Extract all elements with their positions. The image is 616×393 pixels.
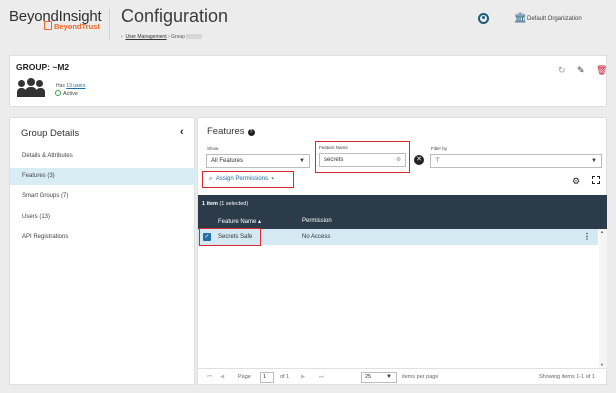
column-feature-name-label: Feature Name (218, 219, 257, 225)
breadcrumb-sep-icon: › (167, 34, 170, 40)
header-divider (109, 9, 110, 40)
nav-users[interactable]: Users (13) (10, 209, 196, 226)
status-label: Active (63, 91, 78, 97)
item-count-selected: (1 selected) (219, 201, 249, 207)
assign-permissions-label: Assign Permissions (215, 176, 269, 182)
key-icon: ⌕ (209, 176, 213, 182)
row-permission: No Access (302, 234, 331, 240)
page-input[interactable]: 1 (260, 372, 274, 383)
clear-filter-icon[interactable]: ✕ (414, 155, 424, 165)
row-actions-icon[interactable]: ⋮ (583, 232, 591, 241)
edit-icon[interactable]: ✎ (577, 65, 585, 76)
showing-items: Showing items 1-1 of 1 (539, 374, 595, 380)
help-icon[interactable]: ? (247, 129, 255, 136)
organization-icon[interactable]: 🏛 (514, 13, 527, 24)
assign-permissions-button[interactable]: ⌕ Assign Permissions ▾ (209, 176, 274, 183)
page-of: of 1 (280, 374, 290, 380)
nav-details-attributes[interactable]: Details & Attributes (10, 148, 196, 165)
items-per-page-value: 25 (365, 374, 372, 380)
breadcrumb: › User Management › Group (121, 34, 203, 40)
group-users-link[interactable]: 13 users (66, 83, 85, 89)
nav-api-registrations[interactable]: API Registrations (10, 229, 196, 246)
item-count-bold: 1 item (202, 201, 218, 207)
group-details-panel: Group Details ‹ Details & Attributes Fea… (9, 117, 196, 385)
nav-smart-groups[interactable]: Smart Groups (7) (10, 188, 196, 205)
grid-header: 1 item (1 selected) Feature Name ▴ Permi… (198, 195, 607, 229)
page-label: Page (238, 374, 251, 380)
column-permission[interactable]: Permission (302, 218, 332, 224)
feature-name-highlight: Feature Name secrets ⊗ (315, 141, 410, 173)
breadcrumb-user-management[interactable]: User Management (125, 34, 166, 40)
pager: ⏮ ◀ Page 1 of 1 ▶ ⏭ 25 ▼ items per page S… (198, 368, 607, 385)
filter-by-label: Filter by (431, 146, 448, 151)
filter-by-select[interactable]: ⊤ ▼ (430, 154, 602, 168)
chevron-down-icon: ▼ (591, 158, 597, 164)
last-page-icon[interactable]: ⏭ (319, 374, 324, 381)
show-label: Show (207, 146, 219, 151)
has-label: Has (56, 83, 65, 89)
collapse-chevron-icon[interactable]: ‹ (180, 126, 184, 138)
feature-name-value: secrets (324, 157, 344, 163)
user-account-icon[interactable] (478, 13, 489, 24)
sort-asc-icon: ▴ (258, 219, 262, 225)
beyondtrust-logo: BeyondTrust (44, 21, 100, 31)
show-select-value: All Features (211, 158, 244, 164)
gear-icon[interactable]: ⚙ (572, 176, 580, 187)
chevron-down-icon: ▼ (386, 374, 392, 380)
chevron-down-icon: ▼ (299, 158, 305, 164)
features-title: Features? (207, 126, 255, 137)
first-page-icon[interactable]: ⏮ (207, 374, 212, 381)
prev-page-icon[interactable]: ◀ (220, 374, 224, 380)
features-panel: Features? Show All Features ▼ Feature Nam… (197, 117, 607, 385)
item-count: 1 item (1 selected) (202, 201, 248, 207)
features-title-text: Features (207, 126, 245, 137)
check-circle-icon (55, 90, 61, 96)
fullscreen-icon[interactable] (592, 176, 600, 184)
items-per-page-label: items per page (402, 374, 439, 380)
selected-row-highlight (199, 228, 261, 246)
group-title: GROUP: ~M2 (16, 62, 70, 72)
breadcrumb-current: Group (171, 34, 185, 40)
assign-permissions-highlight: ⌕ Assign Permissions ▾ (202, 171, 294, 188)
beyondtrust-label: BeyondTrust (54, 22, 100, 31)
beyondtrust-icon (44, 21, 52, 30)
scroll-up-icon[interactable]: ▲ (600, 229, 604, 234)
group-summary-panel: GROUP: ~M2 Has 13 users Active ↻ ✎ 🗑 (9, 55, 607, 107)
feature-name-label: Feature Name (319, 145, 348, 150)
group-details-title: Group Details (21, 128, 80, 139)
group-people-icon (17, 77, 45, 97)
filter-icon: ⊤ (435, 158, 441, 164)
column-feature-name[interactable]: Feature Name ▴ (218, 218, 261, 225)
show-select[interactable]: All Features ▼ (206, 154, 310, 168)
chevron-down-icon: ▾ (271, 176, 274, 182)
feature-name-input[interactable]: secrets ⊗ (319, 153, 406, 167)
breadcrumb-redacted (186, 34, 203, 39)
delete-icon[interactable]: 🗑 (596, 65, 607, 76)
items-per-page-select[interactable]: 25 ▼ (361, 372, 397, 383)
breadcrumb-sep-icon: › (121, 34, 125, 40)
clear-input-icon[interactable]: ⊗ (396, 154, 401, 166)
nav-features[interactable]: Features (3) (10, 168, 196, 185)
page-title: Configuration (121, 6, 229, 26)
organization-name[interactable]: Default Organization (527, 16, 582, 22)
group-users-count: Has 13 users (56, 83, 85, 89)
app-header: BeyondInsight BeyondTrust Configuration … (0, 0, 616, 49)
status-badge: Active (55, 90, 78, 97)
next-page-icon[interactable]: ▶ (301, 374, 305, 380)
grid-scrollbar[interactable]: ▲ ▼ (599, 229, 607, 367)
scroll-down-icon[interactable]: ▼ (600, 362, 604, 367)
refresh-icon[interactable]: ↻ (558, 65, 566, 76)
